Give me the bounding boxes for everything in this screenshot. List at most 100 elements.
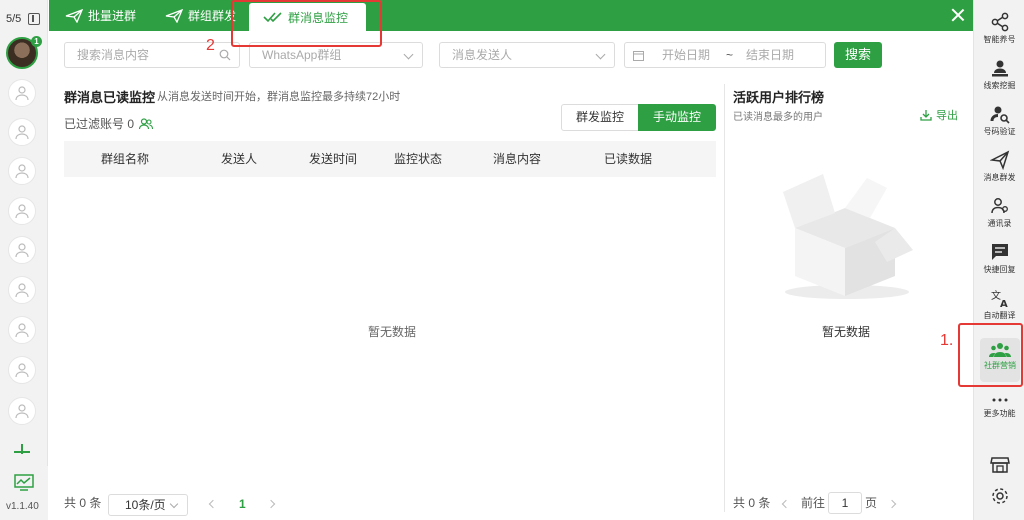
tab-label: 批量进群 (88, 9, 137, 23)
manual-monitor-toggle[interactable]: 手动监控 (638, 104, 716, 131)
ranking-subtitle: 已读消息最多的用户 (733, 112, 823, 123)
rail-label: 通讯录 (987, 219, 1012, 228)
sender-select[interactable]: 消息发送人 (439, 42, 615, 68)
empty-account-slot[interactable] (8, 197, 36, 225)
rail-item-lead-mining[interactable]: 线索挖掘 (974, 58, 1024, 91)
rail-item-number-verify[interactable]: 号码验证 (974, 104, 1024, 137)
annotation-box-tab (231, 0, 382, 47)
user-icon (15, 243, 29, 258)
date-range-picker[interactable]: 开始日期 ~ 结束日期 (624, 42, 826, 68)
rail-item-auto-translate[interactable]: 文A 自动翻译 (974, 288, 1024, 321)
next-page-icon[interactable] (266, 499, 276, 509)
rail-label: 快捷回复 (983, 265, 1016, 274)
annotation-number-2: 2 (206, 37, 215, 54)
rail-item-broadcast[interactable]: 消息群发 (974, 150, 1024, 183)
column-header: 群组名称 (101, 152, 150, 166)
user-icon (15, 404, 29, 419)
rail-label: 自动翻译 (983, 311, 1016, 320)
export-button[interactable]: 导出 (920, 107, 958, 123)
rail-label: 消息群发 (983, 173, 1016, 182)
rail-item-contacts[interactable]: 通讯录 (974, 196, 1024, 229)
current-page[interactable]: 1 (239, 497, 246, 511)
rail-item-store[interactable] (974, 455, 1024, 477)
close-icon[interactable] (951, 8, 965, 22)
group-select-value: WhatsApp群组 (262, 48, 342, 62)
chat-icon (991, 244, 1008, 260)
rail-label: 号码验证 (983, 127, 1016, 136)
panel-divider (724, 84, 725, 512)
empty-account-slot[interactable] (8, 316, 36, 344)
filtered-accounts: 已过滤账号 0 (64, 115, 154, 132)
empty-account-slot[interactable] (8, 236, 36, 264)
download-icon (920, 110, 932, 121)
table-header: 群组名称 发送人 发送时间 监控状态 消息内容 已读数据 (64, 141, 716, 177)
ranking-total: 共 0 条 (733, 496, 771, 510)
user-icon (15, 204, 29, 219)
sidebar-toggle-icon[interactable] (28, 13, 40, 25)
translate-icon: 文A (991, 289, 1008, 308)
person-pin-icon (991, 60, 1008, 77)
chevron-down-icon (595, 49, 606, 60)
page-size-value: 10条/页 (125, 498, 166, 512)
annotation-number-1: 1. (940, 332, 954, 349)
annotation-box-rail (958, 323, 1023, 387)
account-count: 5/5 (6, 13, 22, 25)
user-icon (15, 86, 29, 101)
user-icon (15, 323, 29, 338)
empty-account-slot[interactable] (8, 276, 36, 304)
app-version: v1.1.40 (6, 501, 39, 512)
tab-group-broadcast[interactable]: 群组群发 (165, 0, 236, 31)
send-icon (165, 8, 183, 23)
empty-account-slot[interactable] (8, 118, 36, 146)
page-description: 从消息发送时间开始，群消息监控最多持续72小时 (157, 91, 401, 103)
tab-label: 群组群发 (188, 9, 237, 23)
start-date: 开始日期 (662, 48, 711, 62)
empty-account-slot[interactable] (8, 157, 36, 185)
add-account-icon[interactable] (14, 444, 30, 454)
rail-item-settings[interactable] (974, 486, 1024, 508)
chart-icon[interactable] (14, 474, 34, 492)
calendar-icon (633, 51, 644, 61)
rail-item-more[interactable]: 更多功能 (974, 394, 1024, 419)
table-empty-state: 暂无数据 (368, 325, 417, 339)
prev-page-icon[interactable] (208, 499, 218, 509)
rail-item-quick-reply[interactable]: 快捷回复 (974, 242, 1024, 275)
svg-text:A: A (1000, 299, 1008, 308)
group-monitor-toggle[interactable]: 群发监控 (561, 104, 639, 131)
contacts-icon (990, 198, 1008, 214)
rail-label: 线索挖掘 (983, 81, 1016, 90)
empty-account-slot[interactable] (8, 356, 36, 384)
goto-page-input[interactable]: 1 (828, 492, 862, 514)
column-header: 发送人 (221, 152, 258, 166)
user-icon (15, 125, 29, 140)
tab-bar: 批量进群 群组群发 群消息监控 (49, 0, 973, 31)
tab-batch-join[interactable]: 批量进群 (65, 0, 136, 31)
send-icon (65, 8, 83, 23)
search-button[interactable]: 搜索 (834, 42, 882, 68)
column-header: 发送时间 (309, 152, 358, 166)
send-icon (989, 150, 1009, 170)
ranking-title: 活跃用户排行榜 (733, 90, 825, 105)
empty-account-slot[interactable] (8, 79, 36, 107)
users-icon[interactable] (139, 117, 154, 130)
search-icon (219, 49, 231, 61)
user-icon (15, 164, 29, 179)
unread-badge: 1 (31, 36, 42, 47)
rail-label: 智能养号 (983, 35, 1016, 44)
gear-icon (991, 488, 1008, 504)
rail-item-smart-nurture[interactable]: 智能养号 (974, 12, 1024, 45)
empty-account-slot[interactable] (8, 397, 36, 425)
feature-rail: 智能养号 线索挖掘 号码验证 消息群发 通讯录 快捷回复 文A 自动翻译 社群营… (973, 0, 1024, 520)
chevron-down-icon (403, 49, 414, 60)
user-icon (15, 283, 29, 298)
page-suffix: 页 (865, 496, 878, 510)
sender-select-value: 消息发送人 (452, 48, 513, 62)
column-header: 监控状态 (394, 152, 443, 166)
next-page-icon[interactable] (887, 499, 897, 509)
page-size-select[interactable]: 10条/页 (108, 494, 188, 516)
column-header: 消息内容 (493, 152, 542, 166)
goto-label: 前往 (801, 496, 826, 510)
page-title: 群消息已读监控 (64, 90, 156, 105)
more-icon (992, 398, 1007, 402)
prev-page-icon[interactable] (781, 499, 791, 509)
